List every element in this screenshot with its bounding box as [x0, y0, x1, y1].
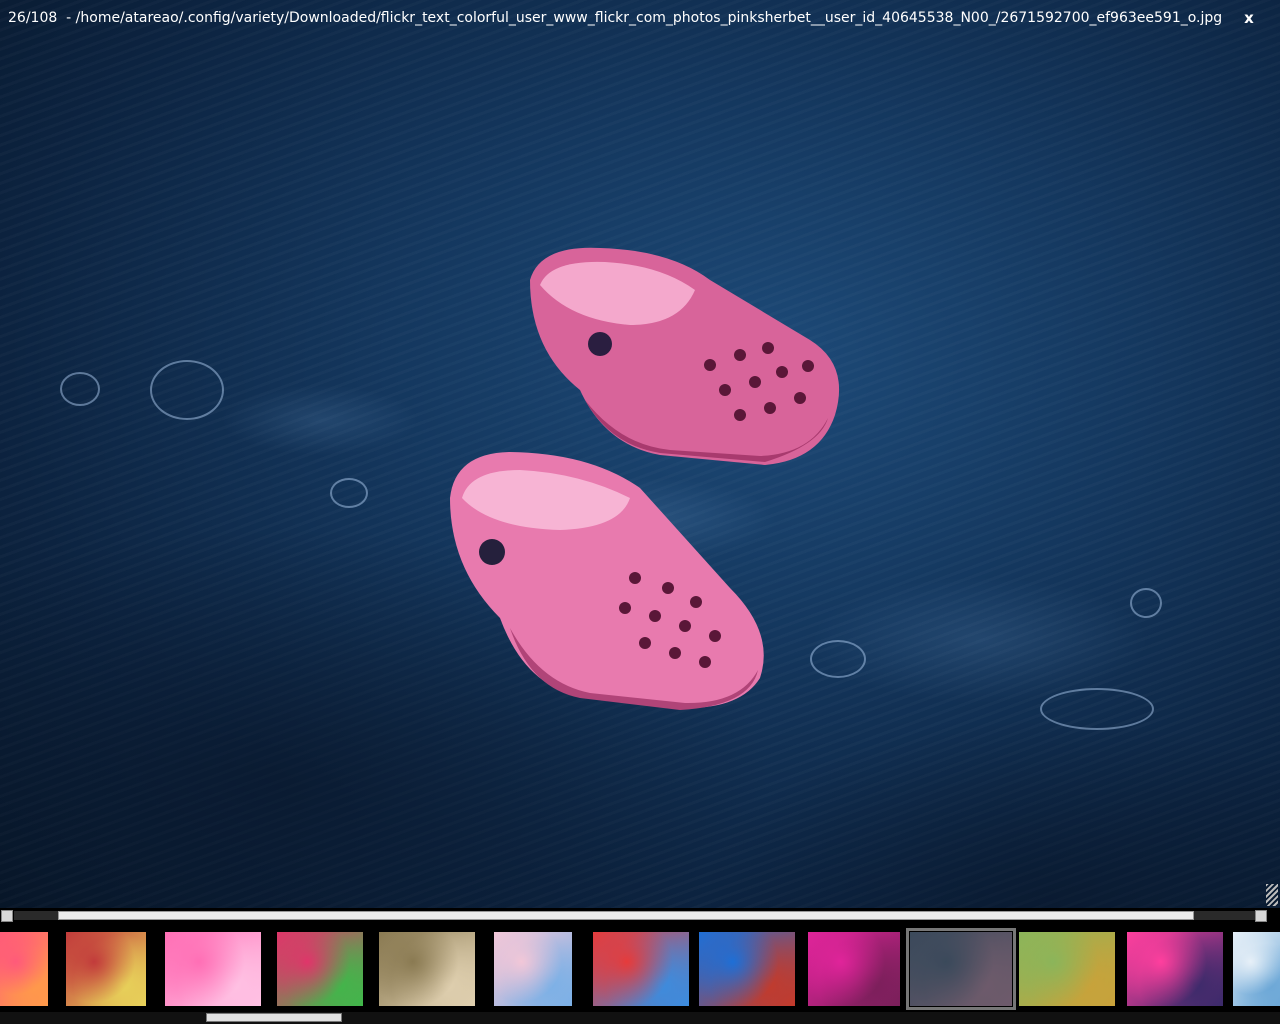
- bubble: [150, 360, 224, 420]
- thumbnail-red-house-sign[interactable]: [699, 932, 795, 1006]
- thumbnail-group-of-people[interactable]: [379, 932, 475, 1006]
- close-button[interactable]: x: [1242, 0, 1256, 36]
- title-bar: 26/108 - /home/atareao/.config/variety/D…: [0, 0, 1280, 36]
- thumbnail-scrollbar[interactable]: [0, 1012, 1280, 1024]
- scroll-left-arrow-icon[interactable]: [1, 910, 13, 922]
- image-path: /home/atareao/.config/variety/Downloaded…: [75, 10, 1223, 26]
- thumbnail-pink-crocs-current[interactable]: [906, 928, 1016, 1010]
- thumbnail-kid-striped-socks-bike[interactable]: [66, 932, 146, 1006]
- horizontal-scrollbar[interactable]: [0, 908, 1280, 924]
- scroll-track[interactable]: [14, 911, 1266, 920]
- scroll-right-arrow-icon[interactable]: [1255, 910, 1267, 922]
- thumbnail-rainbow-road[interactable]: [593, 932, 689, 1006]
- bubble: [810, 640, 866, 678]
- thumbnail-strip: [0, 924, 1280, 1012]
- bubble: [1040, 688, 1154, 730]
- bubble: [1130, 588, 1162, 618]
- thumbnail-pink-coca-cola-glass[interactable]: [165, 932, 261, 1006]
- image-title: 26/108 - /home/atareao/.config/variety/D…: [8, 0, 1222, 36]
- image-counter: 26/108: [8, 10, 58, 26]
- main-photo: 26/108 - /home/atareao/.config/variety/D…: [0, 0, 1280, 908]
- thumbnail-pink-cocktail[interactable]: [1127, 932, 1223, 1006]
- thumbnail-pink-flower-drink[interactable]: [0, 932, 48, 1006]
- resize-grip-icon[interactable]: [1266, 884, 1278, 906]
- thumbnail-pink-bougainvillea[interactable]: [808, 932, 900, 1006]
- thumbnail-clown-face[interactable]: [494, 932, 572, 1006]
- title-separator: -: [61, 10, 76, 26]
- thumbnail-smiling-woman[interactable]: [1233, 932, 1280, 1006]
- thumbnail-painted-face[interactable]: [277, 932, 363, 1006]
- bubble: [60, 372, 100, 406]
- bubble: [330, 478, 368, 508]
- thumbnail-scroll-thumb[interactable]: [206, 1013, 342, 1022]
- croc-shoe-front: [450, 452, 764, 710]
- scroll-thumb[interactable]: [58, 911, 1194, 920]
- thumbnail-green-bokeh-food[interactable]: [1019, 932, 1115, 1006]
